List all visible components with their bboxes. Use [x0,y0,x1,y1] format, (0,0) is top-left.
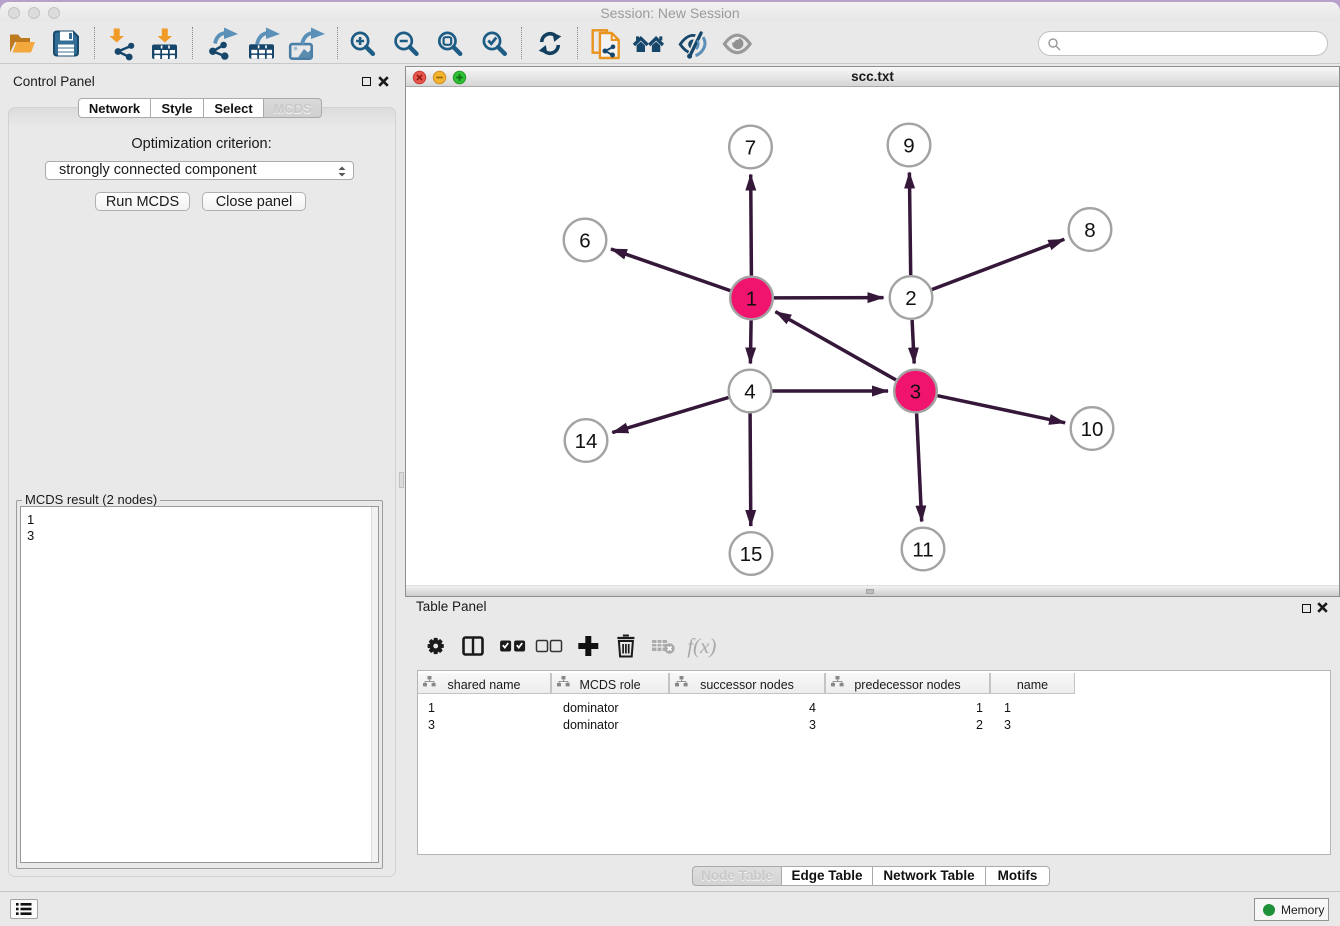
svg-text:6: 6 [579,230,590,253]
svg-text:3: 3 [910,381,921,404]
svg-text:7: 7 [745,137,756,160]
svg-text:14: 14 [575,430,598,453]
svg-text:11: 11 [912,539,933,562]
svg-text:8: 8 [1084,219,1095,242]
svg-text:1: 1 [746,288,757,311]
svg-text:4: 4 [744,381,755,404]
svg-text:2: 2 [905,287,916,310]
svg-text:15: 15 [740,543,763,566]
svg-text:10: 10 [1081,418,1104,441]
svg-text:f(x): f(x) [687,634,716,658]
svg-text:9: 9 [903,135,914,158]
